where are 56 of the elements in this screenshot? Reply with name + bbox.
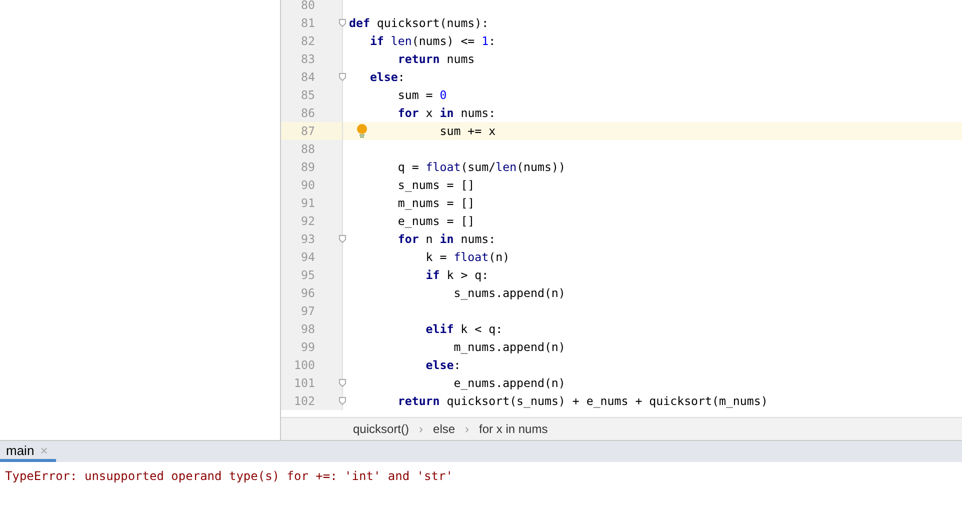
fold-marker-icon[interactable] — [339, 379, 346, 387]
line-number: 82 — [300, 34, 315, 48]
code-line: s_nums.append(n) — [454, 286, 566, 300]
line-number: 98 — [300, 322, 315, 336]
fold-marker-icon[interactable] — [339, 397, 346, 405]
line-number: 96 — [300, 286, 315, 300]
error-message: TypeError: unsupported operand type(s) for +=: 'int' and 'str' — [5, 468, 454, 485]
code-line: for n in nums: — [398, 232, 496, 246]
code-line: return quicksort(s_nums) + e_nums + quicksort(m_nums) — [398, 394, 768, 408]
line-number: 81 — [300, 16, 315, 30]
code-line: for x in nums: — [398, 106, 496, 120]
code-line: def quicksort(nums): — [349, 16, 489, 30]
line-number: 95 — [300, 268, 315, 282]
line-number: 89 — [300, 160, 315, 174]
line-number: 84 — [300, 70, 315, 84]
line-number: 101 — [293, 376, 315, 390]
code-line: return nums — [398, 52, 475, 66]
code-line: sum += x — [440, 124, 496, 138]
code-line: q = float(sum/len(nums)) — [398, 160, 566, 174]
breadcrumb[interactable]: for x in nums — [479, 422, 548, 436]
breadcrumb-separator: › — [419, 422, 424, 436]
run-tab[interactable]: main × — [0, 441, 56, 462]
line-number: 80 — [300, 0, 315, 12]
code-line: if k > q: — [426, 268, 489, 282]
breadcrumb-separator: › — [465, 422, 470, 436]
code-line: else: — [426, 358, 461, 372]
line-number: 83 — [300, 52, 315, 66]
line-number: 92 — [300, 214, 315, 228]
fold-marker-icon[interactable] — [339, 73, 346, 81]
fold-marker-icon[interactable] — [339, 19, 346, 27]
line-number: 88 — [300, 142, 315, 156]
line-number: 97 — [300, 304, 315, 318]
code-line: else: — [370, 70, 405, 84]
line-number: 94 — [300, 250, 315, 264]
line-number: 93 — [300, 232, 315, 246]
line-number: 100 — [293, 358, 315, 372]
code-line: if len(nums) <= 1: — [370, 34, 496, 48]
breadcrumb[interactable]: quicksort() — [353, 422, 410, 436]
lightbulb-icon[interactable] — [356, 123, 368, 138]
code-line: e_nums.append(n) — [454, 376, 566, 390]
line-number: 99 — [300, 340, 315, 354]
line-number: 85 — [300, 88, 315, 102]
code-line: k = float(n) — [426, 250, 510, 264]
code-line: elif k < q: — [426, 322, 503, 336]
code-line: m_nums = [] — [398, 196, 475, 210]
code-line: m_nums.append(n) — [454, 340, 566, 354]
code-line: e_nums = [] — [398, 214, 475, 228]
line-number: 86 — [300, 106, 315, 120]
line-number: 90 — [300, 178, 315, 192]
code-line: sum = 0 — [398, 88, 447, 102]
line-number: 91 — [300, 196, 315, 210]
breadcrumb[interactable]: else — [433, 422, 456, 436]
fold-marker-icon[interactable] — [339, 235, 346, 243]
line-number: 87 — [300, 124, 315, 138]
code-line: s_nums = [] — [398, 178, 475, 192]
line-number: 102 — [293, 394, 315, 408]
